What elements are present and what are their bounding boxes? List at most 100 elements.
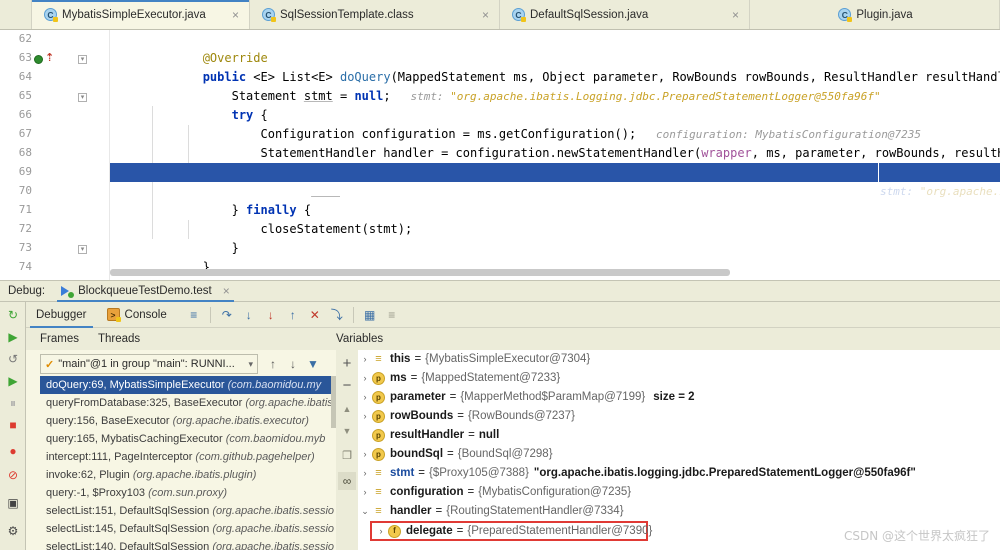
editor-tab-3[interactable]: C Plugin.java — [750, 0, 1000, 29]
list-item[interactable]: selectList:145, DefaultSqlSession (org.a… — [40, 520, 334, 538]
code-line-72[interactable]: } — [110, 220, 1000, 255]
code-line-73[interactable]: } — [110, 239, 1000, 274]
list-item[interactable]: selectList:140, DefaultSqlSession (org.a… — [40, 538, 334, 550]
code-editor[interactable]: 62 63 64 65 66 67 68 69 70 71 72 73 74 ⇡… — [0, 30, 1000, 280]
chevron-right-icon[interactable]: › — [358, 369, 372, 388]
chevron-right-icon[interactable]: › — [374, 523, 388, 539]
close-icon[interactable]: × — [232, 9, 239, 21]
code-line-64[interactable]: Statement stmt = null; stmt: "org.apache… — [110, 68, 1000, 103]
chevron-right-icon[interactable]: › — [358, 483, 372, 502]
chevron-right-icon[interactable]: › — [358, 388, 372, 407]
scrollbar-thumb[interactable] — [110, 269, 730, 276]
pause-program-icon[interactable]: ⏸ — [4, 394, 22, 412]
rerun-failed-icon[interactable]: ▶ — [4, 328, 22, 346]
layout-settings-icon[interactable]: ≡ — [183, 304, 205, 326]
close-icon[interactable]: × — [482, 9, 489, 21]
stop-icon[interactable]: ■ — [4, 416, 22, 434]
mute-breakpoints-icon[interactable]: ⊘ — [4, 466, 22, 484]
variable-row-highlighted[interactable]: › f delegate = {PreparedStatementHandler… — [370, 521, 652, 541]
code-line-63[interactable]: public <E> List<E> doQuery(MappedStateme… — [110, 49, 1000, 84]
code-line-69[interactable]: return stmt == null ? Collections.emptyL… — [110, 163, 1000, 198]
list-item[interactable]: invoke:62, Plugin (org.apache.ibatis.plu… — [40, 466, 334, 484]
frames-header[interactable]: Frames — [40, 328, 79, 350]
drop-frame-icon[interactable]: ✕ — [304, 304, 326, 326]
chevron-down-icon[interactable]: ▾ — [248, 359, 253, 370]
variable-row[interactable]: › ≡ stmt = {$Proxy105@7388} "org.apache.… — [358, 464, 1000, 483]
editor-tab-1[interactable]: C SqlSessionTemplate.class × — [250, 0, 500, 29]
code-line-66[interactable]: Configuration configuration = ms.getConf… — [110, 106, 1000, 141]
screenshot-icon[interactable]: ▣ — [4, 494, 22, 512]
variable-row[interactable]: › p parameter = {MapperMethod$ParamMap@7… — [358, 388, 1000, 407]
variable-row[interactable]: › p rowBounds = {RowBounds@7237} — [358, 407, 1000, 426]
threads-header[interactable]: Threads — [98, 328, 140, 350]
step-out-icon[interactable]: ↑ — [282, 304, 304, 326]
variables-panel[interactable]: › ≡ this = {MybatisSimpleExecutor@7304} … — [358, 350, 1000, 550]
debug-tool-window-header: Debug: BlockqueueTestDemo.test × — [0, 280, 1000, 302]
copy-value-icon[interactable]: ❐ — [338, 446, 356, 464]
list-item[interactable]: intercept:111, PageInterceptor (com.gith… — [40, 448, 334, 466]
settings-icon[interactable]: ⚙ — [4, 522, 22, 540]
step-into-icon[interactable]: ↓ — [238, 304, 260, 326]
variable-row[interactable]: p resultHandler = null — [358, 426, 1000, 445]
list-item[interactable]: doQuery:69, MybatisSimpleExecutor (com.b… — [40, 376, 334, 394]
line-number: 73 — [18, 241, 32, 254]
code-line-71[interactable]: closeStatement(stmt); — [110, 201, 1000, 236]
resume-program-icon[interactable]: ▶ — [4, 372, 22, 390]
restart-icon[interactable]: ↺ — [4, 350, 22, 368]
code-line-65[interactable]: try { — [110, 87, 1000, 122]
chevron-right-icon[interactable]: › — [358, 445, 372, 464]
list-item[interactable]: selectList:151, DefaultSqlSession (org.a… — [40, 502, 334, 520]
debug-run-configuration-tab[interactable]: BlockqueueTestDemo.test × — [53, 280, 238, 302]
code-line-67[interactable]: StatementHandler handler = configuration… — [110, 125, 1000, 160]
tab-debugger[interactable]: Debugger — [26, 302, 97, 328]
chevron-right-icon[interactable]: › — [358, 350, 372, 369]
fold-collapse-icon[interactable]: ▾ — [78, 245, 87, 254]
thread-selector-dropdown[interactable]: ✓ "main"@1 in group "main": RUNNI... ▾ — [40, 354, 258, 374]
close-icon[interactable]: × — [223, 285, 230, 297]
list-item[interactable]: query:165, MybatisCachingExecutor (com.b… — [40, 430, 334, 448]
add-watch-icon[interactable]: + — [338, 354, 356, 372]
code-line-70[interactable]: } finally { — [110, 182, 1000, 217]
settings-icon[interactable]: ≡ — [381, 304, 403, 326]
variable-row[interactable]: › ≡ this = {MybatisSimpleExecutor@7304} — [358, 350, 1000, 369]
run-to-cursor-icon[interactable]: ⤵ — [326, 304, 348, 326]
breakpoint-icon[interactable] — [34, 55, 43, 64]
fold-collapse-icon[interactable]: ▾ — [78, 55, 87, 64]
variable-row[interactable]: › p boundSql = {BoundSql@7298} — [358, 445, 1000, 464]
editor-tab-0[interactable]: C MybatisSimpleExecutor.java × — [32, 0, 250, 29]
view-breakpoints-icon[interactable]: ● — [4, 442, 22, 460]
list-item[interactable]: queryFromDatabase:325, BaseExecutor (org… — [40, 394, 334, 412]
remove-watch-icon[interactable]: − — [338, 376, 356, 394]
step-over-icon[interactable]: ↷ — [216, 304, 238, 326]
frame-down-icon[interactable]: ↓ — [284, 355, 302, 373]
code-content[interactable]: @Override public <E> List<E> doQuery(Map… — [110, 30, 1000, 280]
chevron-right-icon[interactable]: › — [358, 464, 372, 483]
editor-tab-2[interactable]: C DefaultSqlSession.java × — [500, 0, 750, 29]
close-icon[interactable]: × — [732, 9, 739, 21]
code-line-68[interactable]: stmt = prepareStatement(handler, ms.getS… — [110, 144, 1000, 179]
force-step-into-icon[interactable]: ↓ — [260, 304, 282, 326]
move-up-icon[interactable]: ▲ — [338, 400, 356, 418]
tab-console[interactable]: > Console — [97, 302, 177, 328]
list-item[interactable]: query:156, BaseExecutor (org.apache.ibat… — [40, 412, 334, 430]
move-down-icon[interactable]: ▼ — [338, 422, 356, 440]
evaluate-expression-icon[interactable]: ▦ — [359, 304, 381, 326]
variable-row[interactable]: ⌄ ≡ handler = {RoutingStatementHandler@7… — [358, 502, 1000, 521]
list-item[interactable]: query:-1, $Proxy103 (com.sun.proxy) — [40, 484, 334, 502]
rerun-icon[interactable]: ↻ — [4, 306, 22, 324]
editor-horizontal-scrollbar[interactable] — [110, 269, 990, 276]
variable-row[interactable]: › ≡ configuration = {MybatisConfiguratio… — [358, 483, 1000, 502]
variables-header[interactable]: Variables — [336, 328, 383, 350]
inspect-icon[interactable]: ∞ — [338, 472, 356, 490]
chevron-right-icon[interactable]: › — [358, 407, 372, 426]
chevron-down-icon[interactable]: ⌄ — [358, 502, 372, 521]
frames-list[interactable]: doQuery:69, MybatisSimpleExecutor (com.b… — [40, 376, 334, 550]
code-line-62[interactable]: @Override — [110, 30, 1000, 65]
object-value-icon: ≡ — [375, 505, 382, 517]
frame-up-icon[interactable]: ↑ — [264, 355, 282, 373]
variable-row[interactable]: › p ms = {MappedStatement@7233} — [358, 369, 1000, 388]
filter-frames-icon[interactable]: ▼ — [304, 355, 322, 373]
frame-package: (com.sun.proxy) — [148, 487, 227, 499]
editor-gutter[interactable]: 62 63 64 65 66 67 68 69 70 71 72 73 74 ⇡… — [0, 30, 110, 280]
fold-collapse-icon[interactable]: ▾ — [78, 93, 87, 102]
